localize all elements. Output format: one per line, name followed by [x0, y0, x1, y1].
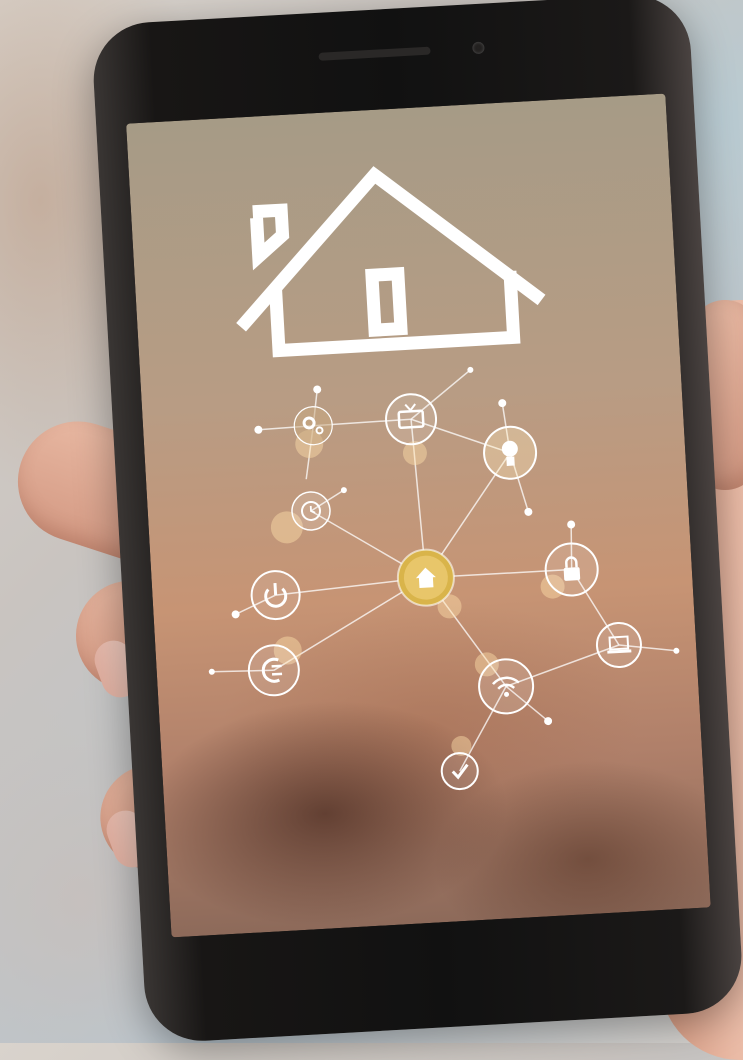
front-camera	[472, 41, 485, 55]
power-icon	[250, 570, 301, 621]
laptop-icon	[595, 621, 642, 668]
earpiece-speaker	[318, 46, 431, 61]
smart-home-graphic	[208, 166, 680, 791]
television-icon	[385, 393, 438, 446]
smartphone	[90, 0, 743, 1044]
house-outline-icon	[236, 166, 546, 358]
light-bulb-icon	[483, 425, 538, 480]
phone-screen	[126, 93, 711, 938]
check-icon	[440, 752, 479, 791]
